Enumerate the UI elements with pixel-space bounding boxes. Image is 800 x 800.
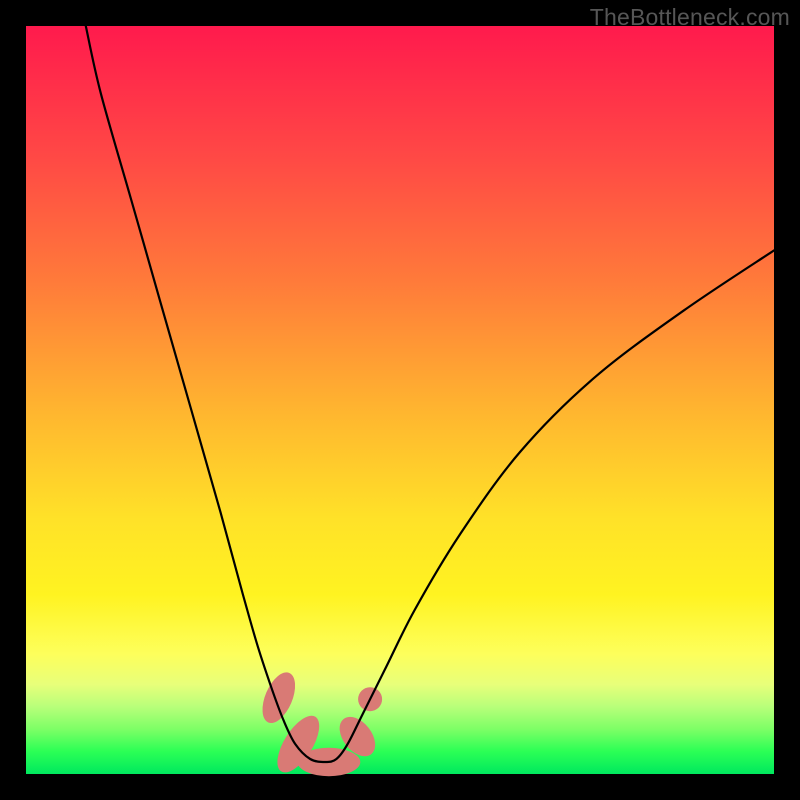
curve-line	[86, 26, 774, 762]
chart-plot	[26, 26, 774, 774]
chart-frame	[26, 26, 774, 774]
watermark-text: TheBottleneck.com	[590, 4, 790, 31]
marker-left-upper	[256, 668, 302, 728]
